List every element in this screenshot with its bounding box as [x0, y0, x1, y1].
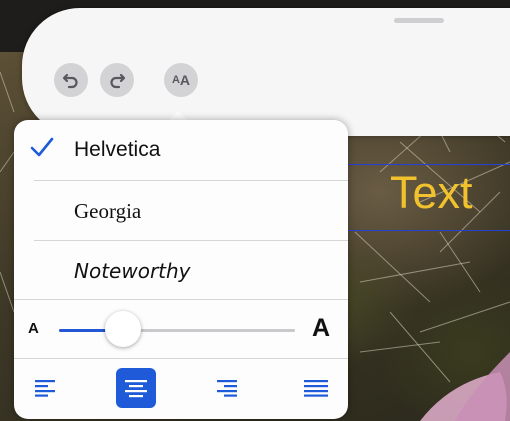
- align-right-button[interactable]: [206, 368, 246, 408]
- canvas-text[interactable]: Text: [390, 170, 473, 215]
- font-option-label: Georgia: [74, 199, 142, 223]
- text-style-label-small: A: [171, 74, 180, 86]
- font-option-helvetica[interactable]: Helvetica: [14, 120, 348, 180]
- grabber-handle[interactable]: [394, 18, 444, 23]
- size-large-label: A: [312, 314, 331, 342]
- font-option-label: Helvetica: [74, 138, 161, 161]
- size-small-label: A: [28, 320, 39, 337]
- undo-icon: [62, 73, 78, 89]
- align-right-icon: [217, 380, 237, 397]
- font-option-georgia[interactable]: Georgia: [14, 181, 348, 241]
- text-bottom-guide: [348, 230, 510, 231]
- size-slider-track[interactable]: [59, 329, 295, 332]
- text-top-guide: [348, 164, 510, 165]
- alignment-control: [14, 358, 348, 419]
- toolbar: AA: [22, 8, 510, 136]
- align-center-icon: [125, 380, 147, 398]
- font-size-control: A A: [14, 300, 348, 358]
- text-format-popover: Helvetica Georgia Noteworthy A A: [14, 120, 348, 419]
- align-justify-button[interactable]: [296, 368, 336, 408]
- checkmark-icon: [30, 137, 54, 157]
- undo-button[interactable]: [54, 63, 88, 97]
- font-option-noteworthy[interactable]: Noteworthy: [14, 241, 348, 301]
- align-center-button[interactable]: [116, 368, 156, 408]
- text-style-label-big: A: [179, 72, 191, 88]
- align-left-icon: [35, 380, 55, 397]
- redo-icon: [110, 73, 126, 89]
- font-option-label: Noteworthy: [74, 259, 191, 283]
- redo-button[interactable]: [100, 63, 134, 97]
- text-style-button[interactable]: AA: [164, 63, 198, 97]
- align-left-button[interactable]: [26, 368, 66, 408]
- size-slider-thumb[interactable]: [104, 311, 141, 347]
- align-justify-icon: [304, 380, 328, 397]
